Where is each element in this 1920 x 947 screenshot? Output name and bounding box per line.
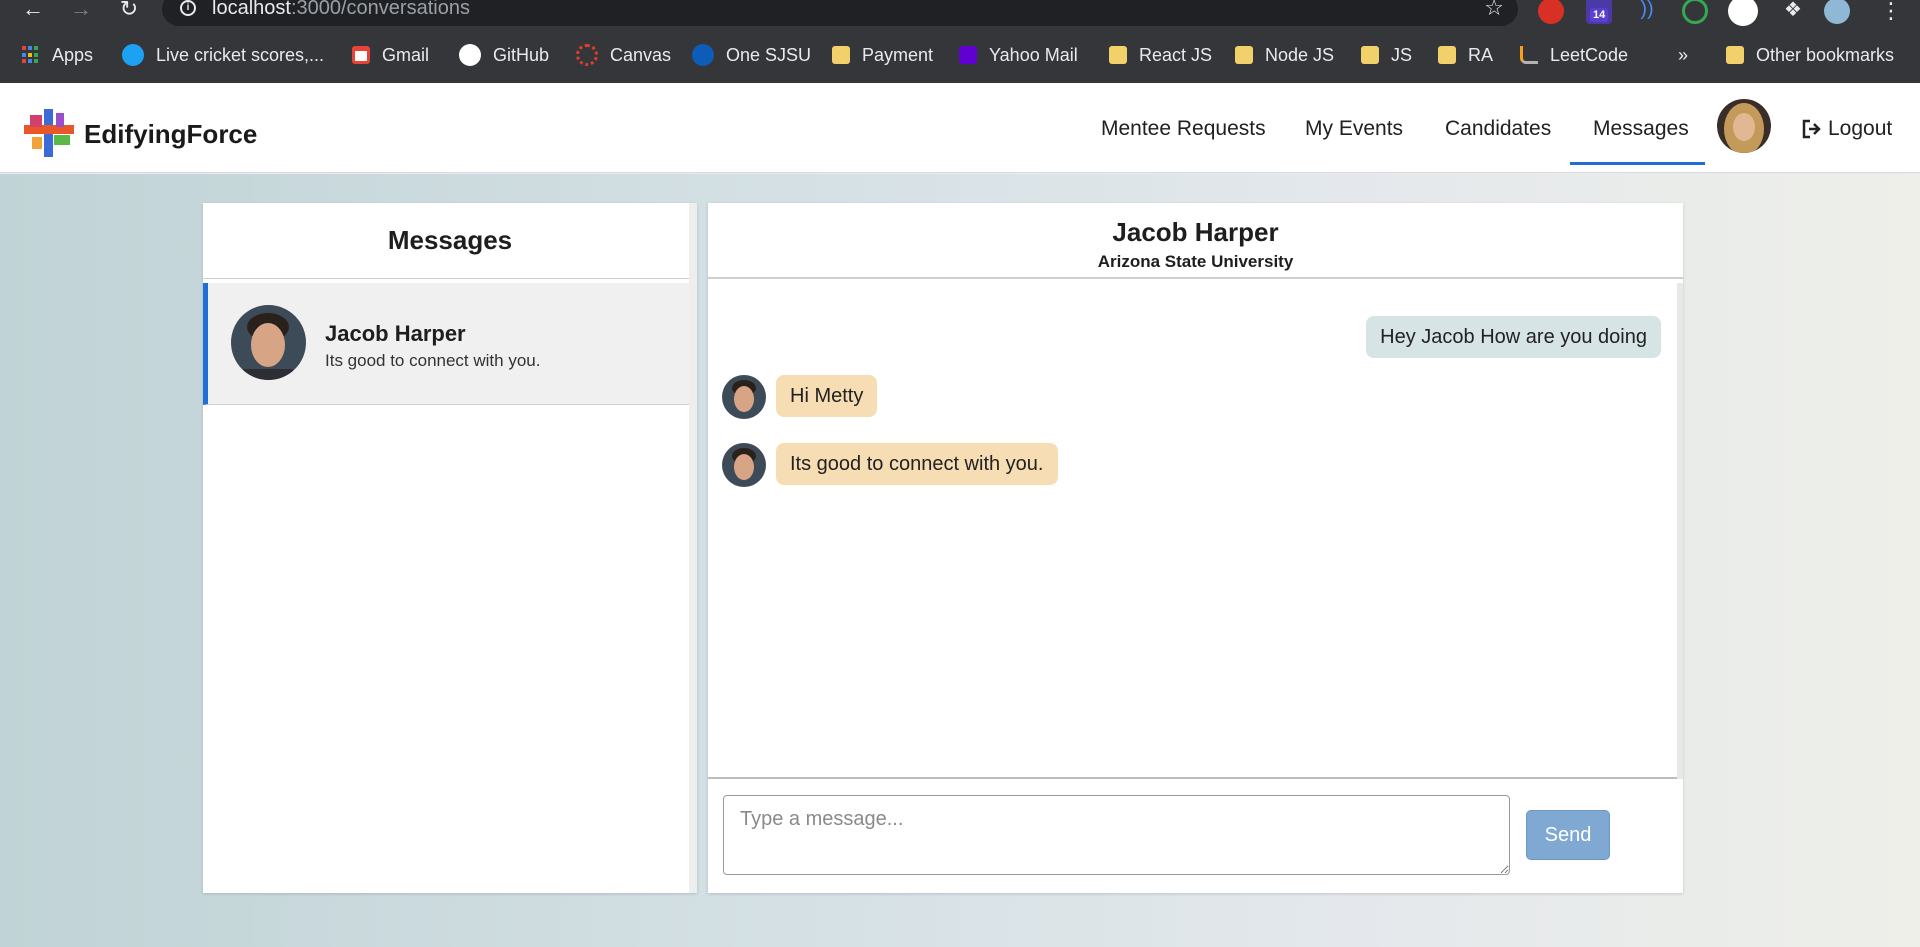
chat-header: Jacob Harper Arizona State University: [708, 203, 1683, 279]
yahoo-mail-icon: [959, 46, 977, 64]
bookmark-label: LeetCode: [1550, 44, 1629, 65]
conversations-title: Messages: [203, 203, 697, 279]
owl-extension-icon[interactable]: [1728, 0, 1758, 26]
cricket-icon: [122, 44, 144, 66]
conversation-item[interactable]: Jacob Harper Its good to connect with yo…: [203, 283, 697, 405]
github-icon: [459, 44, 481, 66]
bookmark-label: Canvas: [610, 44, 672, 65]
site-info-icon[interactable]: i: [180, 0, 196, 16]
bookmark-other[interactable]: Other bookmarks: [1726, 42, 1894, 68]
adblock-extension-icon[interactable]: [1538, 0, 1564, 24]
back-arrow-icon[interactable]: ←: [20, 0, 46, 20]
bookmarks-bar: Apps Live cricket scores,... Gmail GitHu…: [0, 28, 1920, 83]
browser-toolbar: ← → ↻ i localhost:3000/conversations ☆ 1…: [0, 0, 1920, 28]
address-bar[interactable]: i localhost:3000/conversations ☆: [162, 0, 1518, 26]
bookmark-leetcode[interactable]: LeetCode: [1520, 42, 1628, 68]
nav-mentee-requests[interactable]: Mentee Requests: [1101, 117, 1266, 141]
profile-avatar-icon[interactable]: [1824, 0, 1850, 24]
conversations-scrollbar[interactable]: [689, 203, 697, 893]
reader-extension-icon[interactable]: )): [1634, 0, 1660, 24]
bookmark-react-js[interactable]: React JS: [1109, 42, 1212, 68]
message-bubble-received: Its good to connect with you.: [776, 443, 1058, 485]
apps-grid-icon: [22, 46, 40, 64]
bookmark-star-icon[interactable]: ☆: [1484, 0, 1504, 21]
nav-my-events[interactable]: My Events: [1305, 117, 1403, 141]
message-avatar: [722, 375, 766, 419]
nav-active-indicator: [1570, 162, 1705, 165]
bookmark-payment[interactable]: Payment: [832, 42, 933, 68]
bookmark-gmail[interactable]: Gmail: [352, 42, 429, 68]
gmail-icon: [352, 46, 370, 64]
logout-icon: [1802, 119, 1821, 139]
app-header: EdifyingForce Mentee Requests My Events …: [0, 83, 1920, 173]
reload-icon[interactable]: ↻: [116, 0, 142, 20]
edifyingforce-logo-icon[interactable]: [22, 107, 78, 159]
bookmark-label: Apps: [52, 44, 94, 65]
address-url[interactable]: localhost:3000/conversations: [212, 0, 470, 20]
folder-icon: [1438, 46, 1456, 64]
bookmark-canvas[interactable]: Canvas: [576, 42, 671, 68]
bookmark-cricket[interactable]: Live cricket scores,...: [122, 42, 324, 68]
brand-name[interactable]: EdifyingForce: [84, 119, 257, 150]
message-bubble-received: Hi Metty: [776, 375, 878, 417]
target-extension-icon[interactable]: [1682, 0, 1708, 24]
bookmark-apps[interactable]: Apps: [22, 42, 93, 68]
message-bubble-sent: Hey Jacob How are you doing: [1366, 316, 1661, 358]
bookmark-label: JS: [1391, 44, 1413, 65]
leetcode-icon: [1520, 46, 1538, 64]
bookmark-ra[interactable]: RA: [1438, 42, 1493, 68]
conversation-preview: Its good to connect with you.: [325, 351, 541, 370]
more-bookmarks-label: »: [1678, 44, 1689, 65]
message-list: Hey Jacob How are you doing Hi Metty Its…: [708, 283, 1683, 779]
bookmark-label: Live cricket scores,...: [156, 44, 325, 65]
message-avatar: [722, 443, 766, 487]
folder-icon: [1726, 46, 1744, 64]
nav-candidates[interactable]: Candidates: [1445, 117, 1551, 141]
conversation-avatar: [231, 305, 306, 380]
user-avatar[interactable]: [1717, 99, 1771, 153]
folder-icon: [1361, 46, 1379, 64]
url-host: localhost: [212, 0, 291, 19]
bookmark-github[interactable]: GitHub: [459, 42, 549, 68]
message-input[interactable]: [723, 795, 1510, 875]
bookmark-sjsu[interactable]: One SJSU: [692, 42, 811, 68]
folder-icon: [832, 46, 850, 64]
folder-icon: [1235, 46, 1253, 64]
sjsu-icon: [692, 44, 714, 66]
bookmark-label: RA: [1468, 44, 1494, 65]
forward-arrow-icon[interactable]: →: [68, 0, 94, 20]
send-button[interactable]: Send: [1526, 810, 1610, 860]
bookmark-label: Yahoo Mail: [989, 44, 1078, 65]
more-bookmarks-chevron-icon[interactable]: »: [1678, 42, 1688, 68]
bookmark-label: React JS: [1139, 44, 1213, 65]
chat-contact-name: Jacob Harper: [1112, 217, 1279, 247]
folder-icon: [1109, 46, 1127, 64]
bookmark-node-js[interactable]: Node JS: [1235, 42, 1334, 68]
logout-button[interactable]: Logout: [1802, 117, 1892, 141]
messages-scrollbar[interactable]: [1677, 283, 1683, 779]
chat-contact-university: Arizona State University: [1097, 252, 1294, 271]
bookmark-label: One SJSU: [726, 44, 812, 65]
conversations-panel: Messages Jacob Harper Its good to connec…: [203, 203, 697, 893]
nav-messages[interactable]: Messages: [1593, 117, 1689, 141]
bookmark-label: Other bookmarks: [1756, 44, 1895, 65]
url-path: :3000/conversations: [290, 0, 470, 19]
chat-panel: Jacob Harper Arizona State University He…: [708, 203, 1683, 893]
extension-badge: 14: [1590, 8, 1609, 22]
extensions-puzzle-icon[interactable]: ❖: [1780, 0, 1806, 24]
bookmark-label: GitHub: [493, 44, 550, 65]
conversation-name: Jacob Harper: [325, 321, 466, 346]
canvas-icon: [576, 44, 598, 66]
bookmark-yahoo-mail[interactable]: Yahoo Mail: [959, 42, 1078, 68]
logout-label: Logout: [1828, 117, 1893, 140]
bookmark-label: Node JS: [1265, 44, 1335, 65]
bookmark-label: Gmail: [382, 44, 430, 65]
bookmark-js[interactable]: JS: [1361, 42, 1412, 68]
browser-menu-icon[interactable]: ⋮: [1880, 0, 1902, 24]
bookmark-label: Payment: [862, 44, 934, 65]
